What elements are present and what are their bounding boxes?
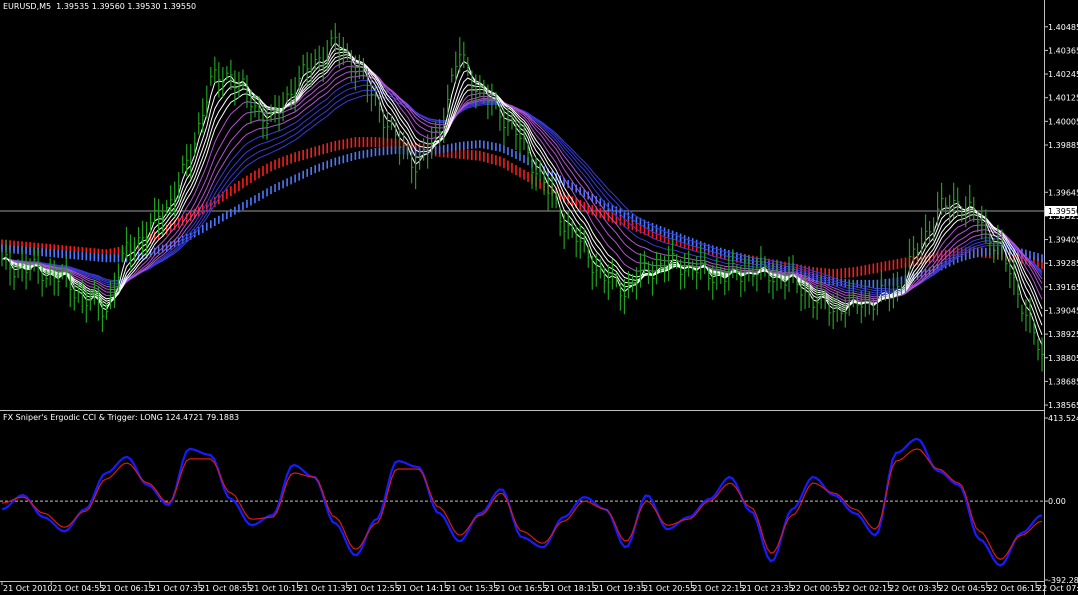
price-tick-label: 1.40005 [1048,117,1078,126]
time-tick-label: 21 Oct 06:15 [101,584,153,593]
price-tick-label: 1.39405 [1048,236,1078,245]
price-tick-label: 1.38925 [1048,330,1078,339]
time-tick-label: 22 Oct 03:35 [889,584,941,593]
price-tick-label: 1.38805 [1048,354,1078,363]
time-tick-label: 22 Oct 04:55 [939,584,991,593]
time-tick-label: 21 Oct 12:55 [348,584,400,593]
time-tick-label: 21 Oct 16:55 [495,584,547,593]
price-tick-label: 1.40365 [1048,46,1078,55]
time-tick-label: 21 Oct 18:15 [545,584,597,593]
price-tick-label: 1.39645 [1048,188,1078,197]
ema-fast-line [1,42,1043,346]
time-tick-label: 22 Oct 07:35 [1037,584,1078,593]
time-tick-label: 21 Oct 08:55 [200,584,252,593]
time-tick-label: 21 Oct 04:55 [52,584,104,593]
price-chart: 1.40485 1.40365 1.40245 1.40125 1.40005 1.398… [0,0,1078,595]
time-tick-label: 21 Oct 19:35 [594,584,646,593]
price-tick-label: 1.39045 [1048,306,1078,315]
time-tick-label: 21 Oct 11:35 [298,584,350,593]
price-tick-label: 1.40485 [1048,23,1078,32]
price-tick-label: 1.39885 [1048,141,1078,150]
time-tick-label: 21 Oct 15:35 [446,584,498,593]
osc-tick-label: 0.00 [1048,497,1066,506]
time-tick-label: 22 Oct 00:55 [791,584,843,593]
time-tick-label: 22 Oct 06:15 [988,584,1040,593]
ema-fast-line [1,53,1043,317]
time-tick-label: 21 Oct 20:55 [643,584,695,593]
time-tick-label: 21 Oct 10:15 [249,584,301,593]
cci-line [1,437,1043,567]
price-tick-label: 1.39285 [1048,259,1078,268]
time-tick-label: 21 Oct 07:35 [151,584,203,593]
time-tick-label: 21 Oct 2010 [3,584,52,593]
osc-tick-label: 413.5243 [1048,414,1078,423]
trigger-line [1,448,1043,561]
time-tick-label: 22 Oct 02:15 [840,584,892,593]
price-tick-label: 1.40125 [1048,94,1078,103]
current-price-label: 1.39550 [1048,207,1078,216]
price-tick-label: 1.38685 [1048,377,1078,386]
price-tick-label: 1.40245 [1048,70,1078,79]
price-tick-label: 1.38565 [1048,401,1078,410]
time-tick-label: 21 Oct 22:15 [692,584,744,593]
time-tick-label: 21 Oct 14:15 [397,584,449,593]
chart-window: EURUSD,M5 1.39535 1.39560 1.39530 1.3955… [0,0,1078,595]
price-tick-label: 1.39165 [1048,283,1078,292]
time-tick-label: 21 Oct 23:35 [742,584,794,593]
osc-tick-label: -392.280 [1048,576,1078,585]
